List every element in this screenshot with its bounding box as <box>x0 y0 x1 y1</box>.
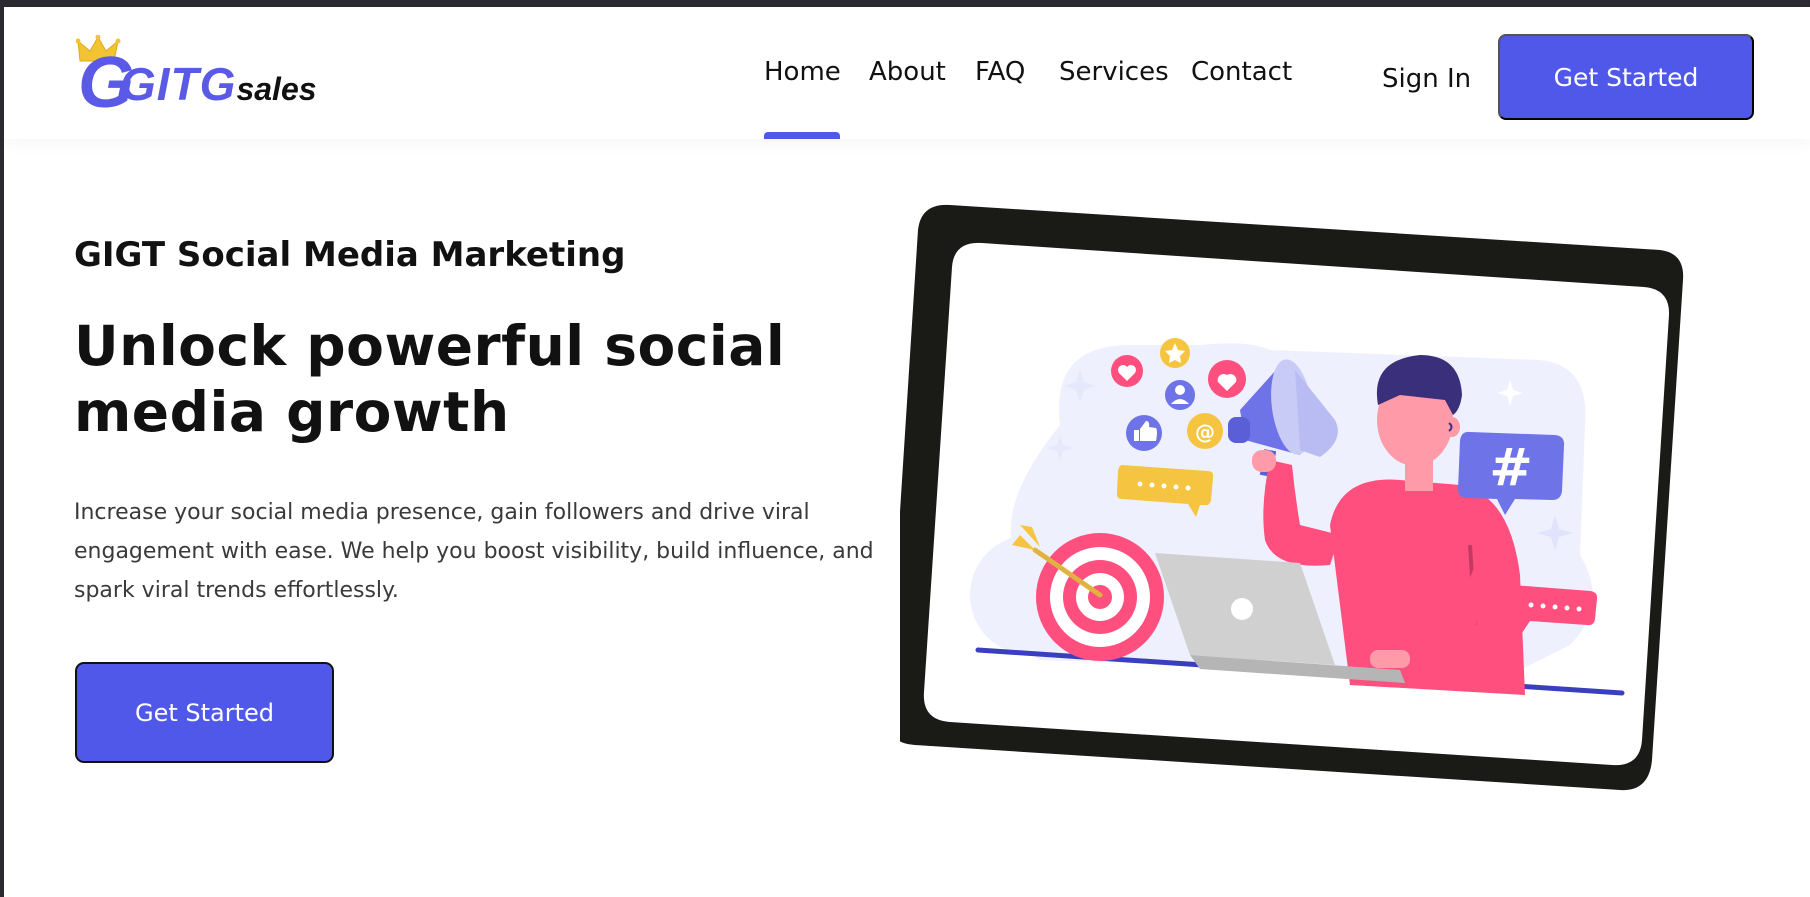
header-get-started-button[interactable]: Get Started <box>1498 34 1754 120</box>
hero-eyebrow: GIGT Social Media Marketing <box>74 235 626 275</box>
nav-item-home[interactable]: Home <box>764 59 841 85</box>
heart-icon <box>1111 355 1143 387</box>
sign-in-link[interactable]: Sign In <box>1382 66 1471 92</box>
logo[interactable]: G GITGsales <box>76 35 336 127</box>
user-icon <box>1165 380 1195 410</box>
window-top-border <box>0 0 1810 7</box>
nav-item-contact[interactable]: Contact <box>1191 59 1292 85</box>
headline-line-2: media growth <box>74 380 510 444</box>
nav-item-faq[interactable]: FAQ <box>975 59 1025 85</box>
headline-line-1: Unlock powerful social <box>74 314 786 378</box>
at-sign-icon: @ <box>1187 413 1223 449</box>
hero-headline: Unlock powerful social media growth <box>74 313 854 445</box>
hero-description: Increase your social media presence, gai… <box>74 500 874 603</box>
active-nav-indicator <box>764 132 840 139</box>
nav-item-services[interactable]: Services <box>1059 59 1169 85</box>
star-icon <box>1160 338 1190 368</box>
hero-illustration: @ # <box>900 204 1684 791</box>
heart-icon <box>1208 360 1246 398</box>
site-header: G GITGsales Home About FAQ Services Cont… <box>4 7 1810 139</box>
svg-text:@: @ <box>1195 420 1215 444</box>
svg-text:#: # <box>1489 438 1533 498</box>
logo-wordmark: GITGsales <box>120 58 317 110</box>
hero-get-started-button[interactable]: Get Started <box>75 662 334 763</box>
nav-item-about[interactable]: About <box>869 59 946 85</box>
thumbs-up-icon <box>1126 415 1162 451</box>
